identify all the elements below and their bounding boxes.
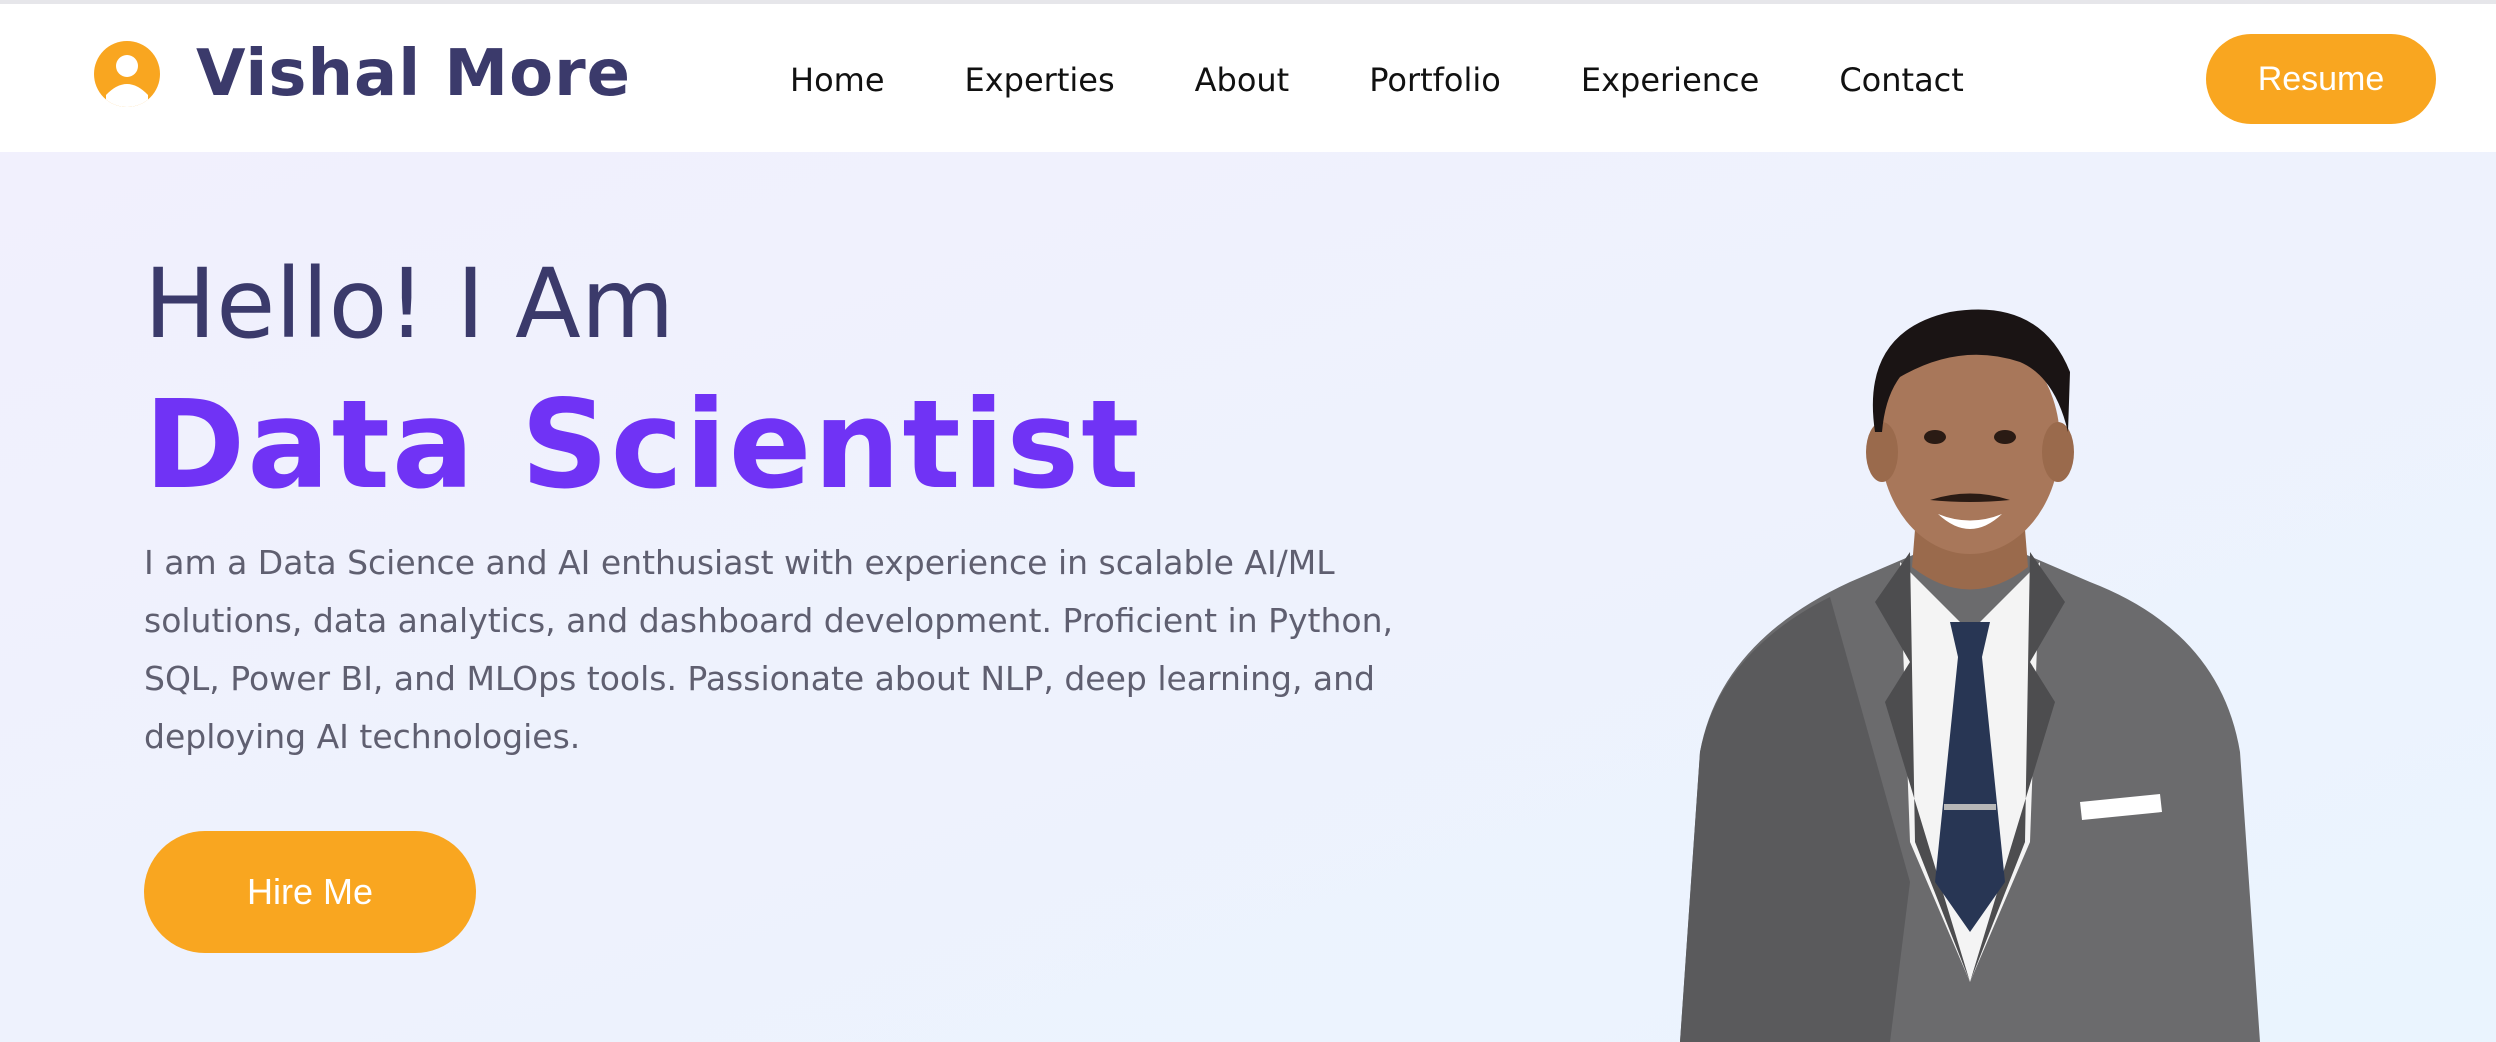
main-nav: Home Experties About Portfolio Experienc…	[790, 50, 1964, 110]
nav-experties[interactable]: Experties	[965, 61, 1115, 99]
nav-about[interactable]: About	[1195, 61, 1290, 99]
resume-button[interactable]: Resume	[2206, 34, 2436, 124]
user-circle-icon	[94, 41, 160, 107]
nav-home[interactable]: Home	[790, 61, 885, 99]
profile-photo	[1680, 309, 2260, 1042]
logo[interactable]: Vishal More	[94, 34, 631, 114]
nav-experience[interactable]: Experience	[1581, 61, 1759, 99]
brand-name: Vishal More	[196, 37, 632, 111]
hire-me-button[interactable]: Hire Me	[144, 831, 476, 953]
hero-role: Data Scientist	[144, 374, 1142, 516]
site-header: Vishal More Home Experties About Portfol…	[0, 4, 2496, 152]
nav-contact[interactable]: Contact	[1839, 61, 1964, 99]
hero-greeting: Hello! I Am	[144, 248, 675, 360]
hero-section: Hello! I Am Data Scientist I am a Data S…	[0, 152, 2496, 1042]
nav-portfolio[interactable]: Portfolio	[1369, 61, 1501, 99]
hero-bio: I am a Data Science and AI enthusiast wi…	[144, 543, 1394, 756]
